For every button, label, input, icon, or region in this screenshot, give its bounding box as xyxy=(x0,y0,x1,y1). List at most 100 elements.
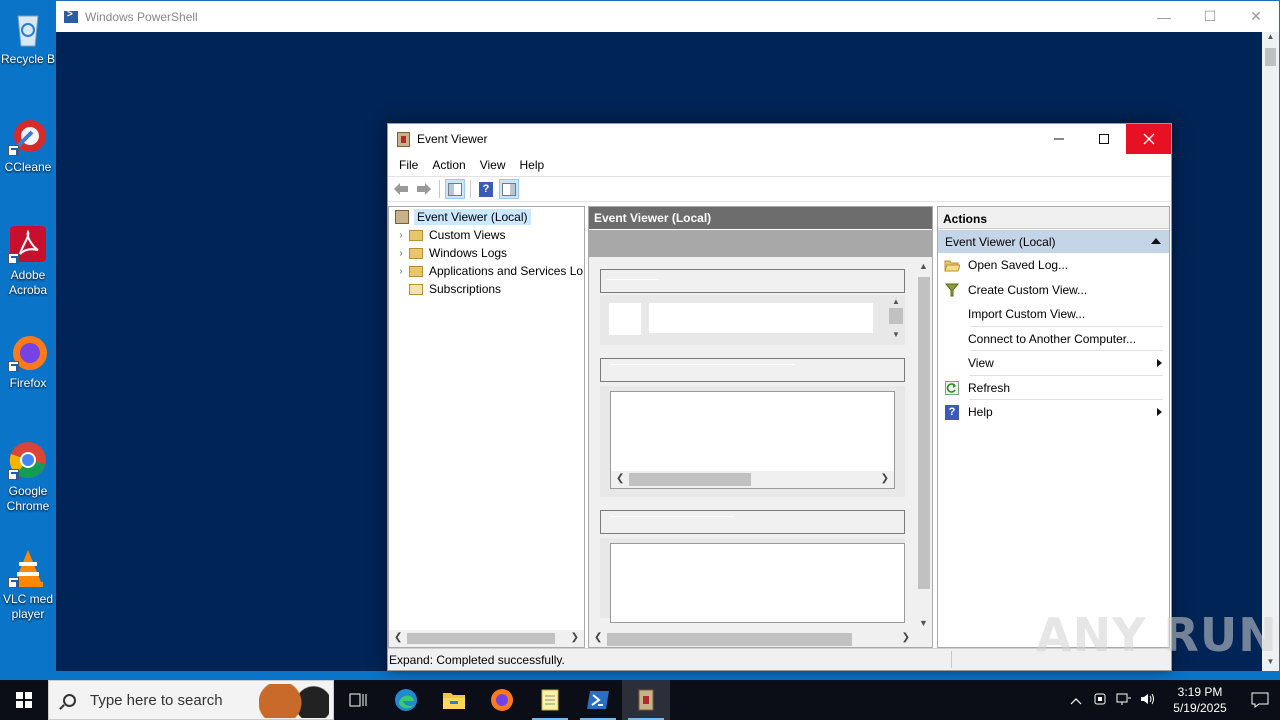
tree-horizontal-scrollbar[interactable]: ❮ ❯ xyxy=(389,630,584,647)
recycle-bin-icon xyxy=(8,8,48,48)
tree-item-subscriptions[interactable]: Subscriptions xyxy=(389,280,584,298)
action-label: View xyxy=(968,356,994,371)
action-view[interactable]: View xyxy=(938,351,1169,376)
scroll-thumb[interactable] xyxy=(629,473,751,486)
console-tree-icon xyxy=(448,182,462,196)
overview-section-header[interactable] xyxy=(600,269,905,293)
desktop-icon-adobe-acrobat[interactable]: Adobe Acroba xyxy=(0,224,56,298)
center-pane[interactable]: Event Viewer (Local) ▲ ▼ ❮ ❯ ▲ ▼ ❮ ❯ xyxy=(588,206,933,648)
center-vertical-scrollbar[interactable]: ▲ ▼ xyxy=(915,259,932,630)
recent-section-header[interactable] xyxy=(600,510,905,534)
minimize-button[interactable]: — xyxy=(1141,1,1187,32)
help-button[interactable]: ? xyxy=(476,179,496,199)
maximize-button[interactable] xyxy=(1081,124,1126,154)
close-button[interactable]: ✕ xyxy=(1233,1,1279,32)
security-icon[interactable] xyxy=(1088,692,1112,709)
summary-horizontal-scrollbar[interactable]: ❮ ❯ xyxy=(611,471,894,488)
tree-item-windows-logs[interactable]: › Windows Logs xyxy=(389,244,584,262)
maximize-button[interactable]: ☐ xyxy=(1187,1,1233,32)
scroll-thumb[interactable] xyxy=(889,308,903,324)
event-viewer-titlebar[interactable]: Event Viewer xyxy=(388,124,1171,154)
desktop-icon-ccleaner[interactable]: CCleane xyxy=(0,116,56,175)
chevron-right-icon[interactable]: › xyxy=(393,266,409,277)
desktop-icon-recycle-bin[interactable]: Recycle B xyxy=(0,8,56,67)
status-text: Expand: Completed successfully. xyxy=(389,653,565,667)
powershell-vertical-scrollbar[interactable]: ▲ ▼ xyxy=(1262,32,1279,671)
action-pane-icon xyxy=(502,182,516,196)
action-label: Import Custom View... xyxy=(968,307,1086,322)
action-open-saved-log[interactable]: Open Saved Log... xyxy=(938,253,1169,278)
submenu-arrow-icon xyxy=(1157,359,1162,367)
scroll-down-icon[interactable]: ▼ xyxy=(889,330,903,339)
volume-icon[interactable] xyxy=(1136,692,1160,709)
desktop-icon-label: Google Chrome xyxy=(6,484,50,513)
forward-button[interactable] xyxy=(414,179,434,199)
scroll-right-icon[interactable]: ❯ xyxy=(571,632,579,643)
summary-section-header[interactable] xyxy=(600,358,905,382)
menu-file[interactable]: File xyxy=(392,158,425,172)
scroll-left-icon[interactable]: ❮ xyxy=(394,632,402,643)
show-hide-console-tree-button[interactable] xyxy=(445,179,465,199)
tree-item-label: Windows Logs xyxy=(429,246,508,260)
console-tree[interactable]: Event Viewer (Local) › Custom Views › Wi… xyxy=(388,206,585,648)
scroll-right-icon[interactable]: ❯ xyxy=(881,473,889,484)
powershell-titlebar[interactable]: Windows PowerShell — ☐ ✕ xyxy=(56,1,1279,32)
desktop-icon-vlc[interactable]: VLC med player xyxy=(0,548,56,622)
task-view-button[interactable] xyxy=(334,680,382,720)
taskbar-notepad[interactable] xyxy=(526,680,574,720)
collapse-caret-icon[interactable] xyxy=(1151,238,1161,244)
scroll-right-icon[interactable]: ❯ xyxy=(902,632,910,643)
network-icon[interactable] xyxy=(1112,692,1136,709)
notepad-icon xyxy=(541,689,559,711)
taskbar-file-explorer[interactable] xyxy=(430,680,478,720)
scroll-left-icon[interactable]: ❮ xyxy=(616,473,624,484)
scroll-thumb[interactable] xyxy=(607,633,852,646)
menu-view[interactable]: View xyxy=(473,158,513,172)
taskbar-event-viewer[interactable] xyxy=(622,680,670,720)
chevron-up-icon[interactable] xyxy=(1064,693,1088,708)
action-create-custom-view[interactable]: Create Custom View... xyxy=(938,278,1169,303)
action-label: Help xyxy=(968,405,993,420)
actions-section-header[interactable]: Event Viewer (Local) xyxy=(938,229,1169,253)
actions-pane: Actions Event Viewer (Local) Open Saved … xyxy=(937,206,1170,648)
action-refresh[interactable]: Refresh xyxy=(938,376,1169,400)
start-button[interactable] xyxy=(0,680,48,720)
chevron-right-icon[interactable]: › xyxy=(393,230,409,241)
tree-item-applications-and-services[interactable]: › Applications and Services Lo xyxy=(389,262,584,280)
center-horizontal-scrollbar[interactable]: ❮ ❯ xyxy=(589,630,932,647)
desktop-icon-firefox[interactable]: Firefox xyxy=(0,332,56,391)
chevron-right-icon[interactable]: › xyxy=(393,248,409,259)
taskbar-powershell[interactable] xyxy=(574,680,622,720)
scroll-up-icon[interactable]: ▲ xyxy=(889,297,903,306)
scroll-thumb[interactable] xyxy=(407,633,555,644)
scroll-up-icon[interactable]: ▲ xyxy=(1262,32,1279,46)
show-hide-action-pane-button[interactable] xyxy=(499,179,519,199)
close-icon xyxy=(1143,133,1154,145)
taskbar-search-box[interactable]: Type here to search xyxy=(48,680,334,720)
tree-item-custom-views[interactable]: › Custom Views xyxy=(389,226,584,244)
tree-item-event-viewer-local[interactable]: Event Viewer (Local) xyxy=(389,208,584,226)
menu-help[interactable]: Help xyxy=(513,158,552,172)
taskbar-firefox[interactable] xyxy=(478,680,526,720)
scroll-left-icon[interactable]: ❮ xyxy=(594,632,602,643)
maximize-icon xyxy=(1098,134,1109,144)
back-button[interactable] xyxy=(391,179,411,199)
event-viewer-window[interactable]: Event Viewer File Action View Help ? Eve… xyxy=(387,123,1172,671)
overview-scrollbar[interactable]: ▲ ▼ xyxy=(889,297,903,343)
action-connect-to-another-computer[interactable]: Connect to Another Computer... xyxy=(938,327,1169,351)
action-help[interactable]: ? Help xyxy=(938,400,1169,425)
scroll-thumb[interactable] xyxy=(918,277,930,589)
scroll-thumb[interactable] xyxy=(1265,48,1276,66)
summary-section-body: ❮ ❯ xyxy=(600,386,905,497)
minimize-button[interactable] xyxy=(1036,124,1081,154)
scroll-down-icon[interactable]: ▼ xyxy=(915,618,932,628)
menu-action[interactable]: Action xyxy=(425,158,472,172)
action-import-custom-view[interactable]: Import Custom View... xyxy=(938,302,1169,327)
desktop-icon-google-chrome[interactable]: Google Chrome xyxy=(0,440,56,514)
taskbar-clock[interactable]: 3:19 PM 5/19/2025 xyxy=(1160,684,1240,716)
close-button[interactable] xyxy=(1126,124,1171,154)
notification-center-button[interactable] xyxy=(1240,692,1280,708)
taskbar-edge[interactable] xyxy=(382,680,430,720)
subscriptions-folder-icon xyxy=(409,283,423,295)
scroll-up-icon[interactable]: ▲ xyxy=(915,261,932,271)
